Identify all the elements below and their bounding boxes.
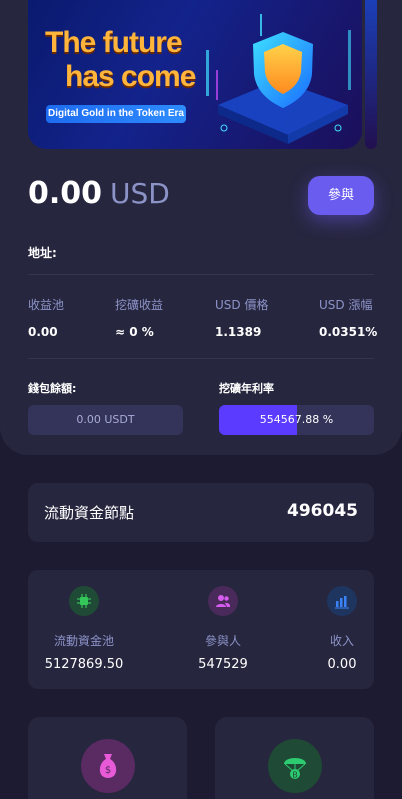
stat-value: 1.1389 [215, 325, 262, 339]
stat-yield-pool: 收益池 0.00 [28, 296, 64, 339]
users-icon [208, 586, 238, 616]
liquidity-node-label: 流動資金節點 [44, 504, 135, 522]
shield-illustration-icon [206, 14, 351, 144]
mining-rate-bar: 554567.88 % [219, 405, 374, 435]
chip-icon [69, 586, 99, 616]
address-label: 地址: [28, 246, 57, 260]
pool-label: 收入 [329, 634, 354, 648]
stat-usd-price: USD 價格 1.1389 [215, 296, 268, 339]
pool-label: 參與人 [204, 634, 241, 648]
bar-chart-icon [327, 586, 357, 616]
pool-participants: 參與人 547529 [183, 586, 263, 672]
pool-liquidity: 流動資金池 5127869.50 [44, 586, 124, 672]
pool-value: 547529 [198, 657, 248, 672]
svg-text:B: B [292, 771, 298, 780]
tile-money-bag[interactable]: $ [28, 717, 187, 799]
money-bag-icon: $ [81, 739, 135, 793]
promo-banner[interactable]: The future has come Digital Gold in the … [28, 0, 362, 149]
join-button[interactable]: 參與 [308, 176, 374, 215]
stat-label: 收益池 [28, 298, 65, 312]
stat-value: 0.00 [28, 325, 58, 339]
balance-amount: 0.00 [28, 176, 103, 211]
stat-value: ≈ 0 % [115, 325, 154, 339]
pool-value: 5127869.50 [44, 657, 124, 672]
stat-label: 挖礦收益 [115, 298, 164, 312]
pool-stats-card: 流動資金池 5127869.50 參與人 547529 收入 0.00 [28, 570, 374, 689]
next-banner-peek[interactable] [365, 0, 377, 149]
balance-display: 0.00 USD [28, 176, 170, 216]
stat-label: USD 價格 [215, 298, 269, 312]
tile-airdrop[interactable]: B [215, 717, 374, 799]
stat-mining-yield: 挖礦收益 ≈ 0 % [115, 296, 163, 339]
balance-currency: USD [110, 177, 170, 210]
banner-title-line2: has come [65, 60, 196, 93]
parachute-coin-icon: B [268, 739, 322, 793]
wallet-balance-label: 錢包餘額: [28, 382, 77, 395]
banner-title-line1: The future [45, 26, 183, 59]
stat-value: 0.0351% [319, 325, 378, 339]
stat-usd-change: USD 漲幅 0.0351% [319, 296, 377, 339]
banner-tagline: Digital Gold in the Token Era [46, 105, 186, 123]
divider [28, 358, 374, 359]
stat-label: USD 漲幅 [319, 298, 373, 312]
wallet-balance-value: 0.00 USDT [28, 405, 183, 435]
banner-title: The future has come [45, 26, 215, 94]
liquidity-node-card: 流動資金節點 496045 [28, 483, 374, 542]
pool-income: 收入 0.00 [317, 586, 367, 672]
liquidity-node-value: 496045 [287, 501, 358, 521]
pool-value: 0.00 [327, 657, 357, 672]
mining-rate-value: 554567.88 % [259, 413, 334, 426]
divider [28, 274, 374, 275]
svg-text:$: $ [105, 765, 111, 776]
pool-label: 流動資金池 [53, 634, 114, 648]
mining-rate-label: 挖礦年利率 [219, 382, 274, 395]
